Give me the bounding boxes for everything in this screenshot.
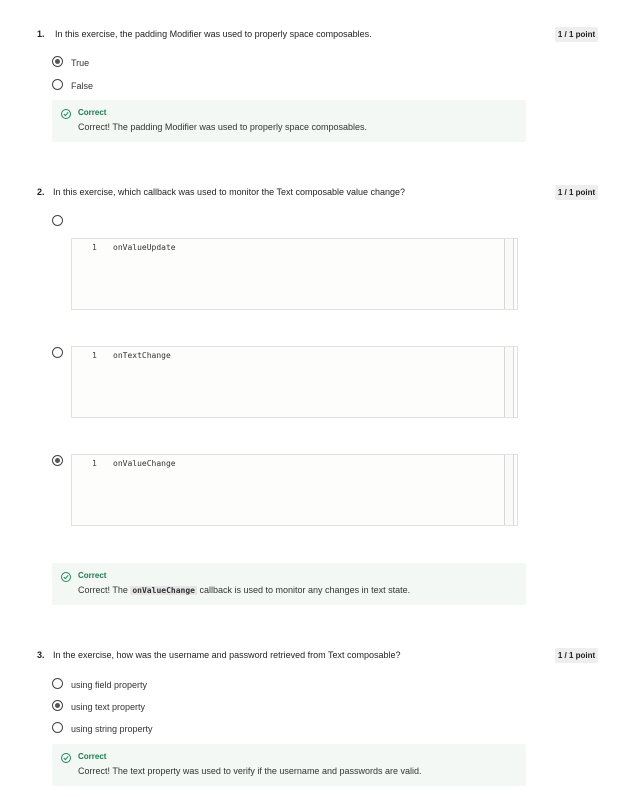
radio-true[interactable] (52, 56, 63, 67)
radio-text-property[interactable] (52, 700, 63, 711)
feedback-body: Correct! The text property was used to v… (78, 766, 422, 776)
radio-field-property[interactable] (52, 678, 63, 689)
feedback-body: Correct! The onValueChange callback is u… (78, 585, 410, 595)
option-label-field-property[interactable]: using field property (71, 680, 147, 690)
check-circle-icon (61, 572, 71, 582)
question-number: 3. (37, 650, 45, 660)
option-label-true[interactable]: True (71, 58, 89, 68)
question-number: 2. (37, 187, 45, 197)
radio-option-1[interactable] (52, 215, 63, 226)
question-text: In this exercise, the padding Modifier w… (55, 29, 372, 39)
question-text: In this exercise, which callback was use… (53, 187, 406, 197)
points-badge: 1 / 1 point (555, 27, 598, 42)
line-number: 1 (92, 459, 97, 468)
question-text: In the exercise, how was the username an… (53, 650, 401, 660)
question-number: 1. (37, 29, 45, 39)
option-label-text-property[interactable]: using text property (71, 702, 145, 712)
feedback-title: Correct (78, 752, 107, 761)
feedback-body-suffix: callback is used to monitor any changes … (196, 585, 411, 595)
code-option-1[interactable]: 1 onValueUpdate (71, 238, 518, 310)
feedback-panel: Correct Correct! The padding Modifier wa… (52, 100, 526, 142)
code-option-2[interactable]: 1 onTextChange (71, 346, 518, 418)
code-text: onTextChange (113, 351, 171, 360)
feedback-code: onValueChange (130, 586, 197, 595)
feedback-panel: Correct Correct! The text property was u… (52, 744, 526, 786)
check-circle-icon (61, 109, 71, 119)
radio-option-2[interactable] (52, 347, 63, 358)
code-scrollbar[interactable] (504, 347, 514, 417)
line-number: 1 (92, 351, 97, 360)
option-label-string-property[interactable]: using string property (71, 724, 153, 734)
points-badge: 1 / 1 point (555, 185, 598, 200)
feedback-title: Correct (78, 108, 107, 117)
radio-string-property[interactable] (52, 722, 63, 733)
radio-option-3[interactable] (52, 455, 63, 466)
code-text: onValueUpdate (113, 243, 176, 252)
radio-false[interactable] (52, 79, 63, 90)
feedback-body: Correct! The padding Modifier was used t… (78, 122, 367, 132)
code-option-3[interactable]: 1 onValueChange (71, 454, 518, 526)
code-scrollbar[interactable] (504, 455, 514, 525)
feedback-title: Correct (78, 571, 107, 580)
option-label-false[interactable]: False (71, 81, 93, 91)
code-text: onValueChange (113, 459, 176, 468)
feedback-body-prefix: Correct! The (78, 585, 131, 595)
check-circle-icon (61, 753, 71, 763)
code-scrollbar[interactable] (504, 239, 514, 309)
line-number: 1 (92, 243, 97, 252)
points-badge: 1 / 1 point (555, 648, 598, 663)
feedback-panel: Correct Correct! The onValueChange callb… (52, 563, 526, 605)
